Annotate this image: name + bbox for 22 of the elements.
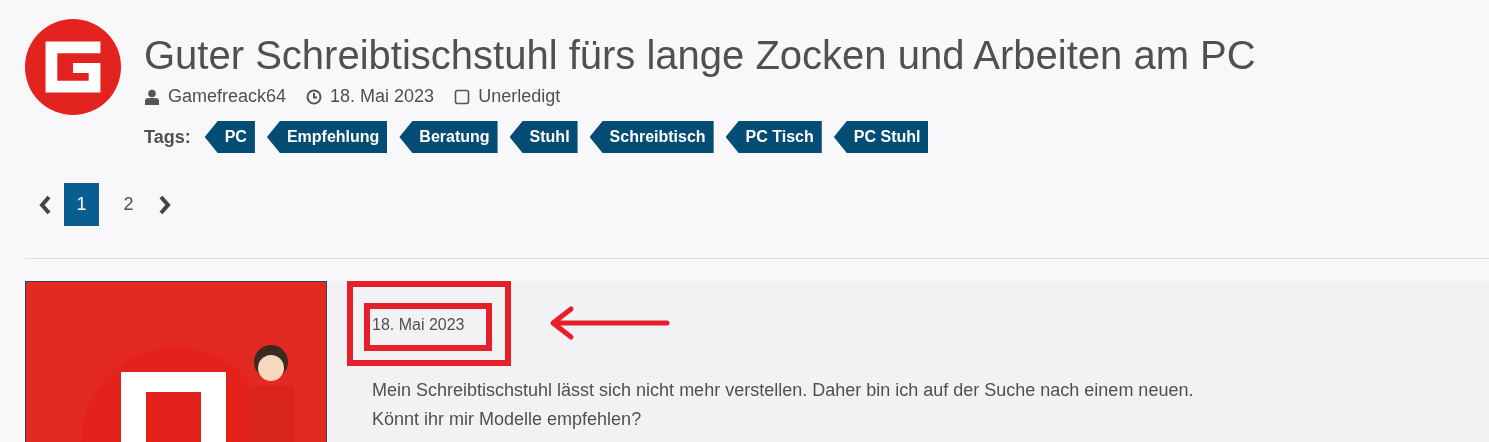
thread-title: Guter Schreibtischstuhl fürs lange Zocken und Arbeiten am PC	[144, 32, 1256, 78]
page-link[interactable]: 1	[64, 183, 99, 226]
chevron-left-icon[interactable]	[38, 193, 52, 216]
thread-status: Unerledigt	[478, 86, 561, 107]
post-date: 18. Mai 2023	[372, 316, 465, 334]
author-link[interactable]: Gamefreack64	[168, 86, 287, 107]
tag-link[interactable]: PC Tisch	[725, 121, 822, 153]
page-link[interactable]: 2	[111, 183, 146, 226]
tag-link[interactable]: Beratung	[399, 121, 498, 153]
user-icon	[144, 88, 160, 105]
post-text: Mein Schreibtischstuhl lässt sich nicht mehr verstellen. Daher bin ich auf der Suche nach einem neuen. Könnt ihr mir Modelle empfehlen?	[372, 379, 1195, 431]
chevron-right-icon[interactable]	[158, 193, 172, 216]
tag-link[interactable]: Stuhl	[509, 121, 578, 153]
tag-link[interactable]: PC Stuhl	[833, 121, 929, 153]
tag-link[interactable]: Empfehlung	[266, 121, 388, 153]
tag-link[interactable]: PC	[204, 121, 255, 153]
thread-date: 18. Mai 2023	[330, 86, 435, 107]
clock-icon	[306, 88, 323, 105]
logo-icon	[24, 18, 122, 116]
tag-link[interactable]: Schreibtisch	[589, 121, 714, 153]
square-icon	[454, 88, 471, 105]
tags-label: Tags:	[144, 126, 191, 148]
